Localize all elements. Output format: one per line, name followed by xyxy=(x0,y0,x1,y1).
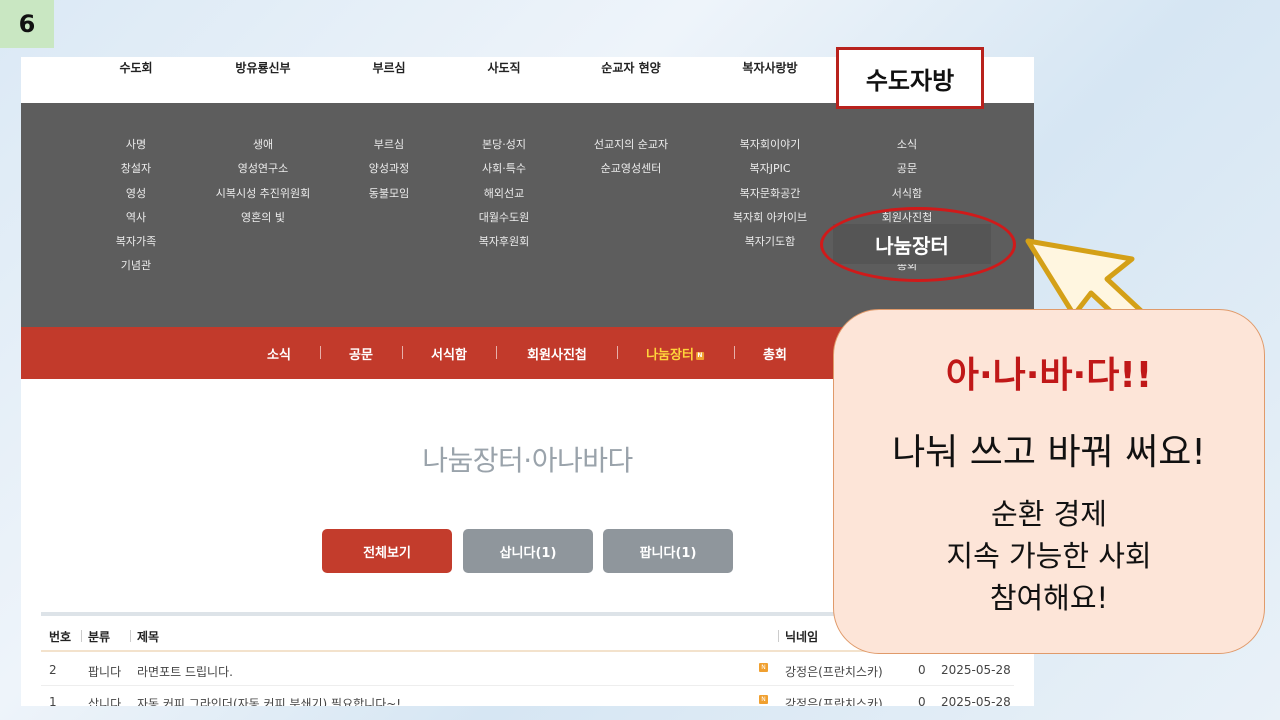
mega-menu-item[interactable]: 사회·특수 xyxy=(479,161,530,185)
mega-menu-column: 부르심 양성과정 동불모임 xyxy=(369,137,409,210)
row-views: 0 xyxy=(918,663,926,677)
mega-menu-item[interactable]: 복자JPIC xyxy=(733,161,807,185)
top-nav-item[interactable]: 복자사랑방 xyxy=(742,59,797,76)
divider xyxy=(617,346,618,359)
mega-menu-item[interactable]: 복자회이야기 xyxy=(733,137,807,161)
row-nickname: 강정은(프란치스카) xyxy=(785,697,883,706)
top-nav-item[interactable]: 방유룡신부 xyxy=(235,59,290,76)
mega-menu-item[interactable]: 역사 xyxy=(116,210,156,234)
mega-menu-item[interactable]: 복자후원회 xyxy=(479,234,530,258)
sell-filter-button[interactable]: 팝니다(1) xyxy=(603,529,733,573)
row-title-link[interactable]: 라면포트 드립니다. xyxy=(137,663,233,680)
mega-menu-column: 생애 영성연구소 시복시성 추진위원회 영혼의 빛 xyxy=(216,137,311,234)
row-category: 팝니다 xyxy=(88,665,122,679)
column-header-category: 분류 xyxy=(88,630,111,644)
mega-menu-item[interactable]: 해외선교 xyxy=(479,186,530,210)
mega-menu-item[interactable]: 본당·성지 xyxy=(479,137,530,161)
speech-line-1: 아·나·바·다!! xyxy=(945,355,1153,396)
sub-nav-item-active[interactable]: 나눔장터 N xyxy=(646,344,704,363)
slide-number: 6 xyxy=(0,0,54,48)
view-all-button[interactable]: 전체보기 xyxy=(322,529,452,573)
new-post-icon: N xyxy=(759,695,768,704)
mega-menu-item[interactable]: 선교지의 순교자 xyxy=(594,137,668,161)
mega-menu-item[interactable]: 소식 xyxy=(882,137,933,161)
highlight-ellipse xyxy=(820,207,1016,282)
divider xyxy=(320,346,321,359)
divider xyxy=(81,630,82,642)
row-number: 2 xyxy=(49,663,57,677)
mega-menu-item[interactable]: 양성과정 xyxy=(369,161,409,185)
row-views: 0 xyxy=(918,695,926,706)
mega-menu-item[interactable]: 시복시성 추진위원회 xyxy=(216,186,311,210)
mega-menu-item[interactable]: 공문 xyxy=(882,161,933,185)
speech-bubble: 아·나·바·다!! 나눠 쓰고 바꿔 써요! 순환 경제 지속 가능한 사회 참… xyxy=(833,309,1265,654)
mega-menu-column: 사명 창설자 영성 역사 복자가족 기념관 xyxy=(116,137,156,283)
mega-menu-item[interactable]: 창설자 xyxy=(116,161,156,185)
row-number: 1 xyxy=(49,695,57,706)
column-header-title: 제목 xyxy=(137,630,160,644)
mega-menu-item[interactable]: 대월수도원 xyxy=(479,210,530,234)
mega-menu-item[interactable]: 영성연구소 xyxy=(216,161,311,185)
divider xyxy=(402,346,403,359)
new-badge-icon: N xyxy=(695,351,704,360)
row-nickname: 강정은(프란치스카) xyxy=(785,665,883,679)
row-title-link[interactable]: 자동 커피 그라인더(자동 커피 분쇄기) 필요합니다~! xyxy=(137,695,401,706)
mega-menu-item[interactable]: 사명 xyxy=(116,137,156,161)
divider xyxy=(778,630,779,642)
callout-box: 수도자방 xyxy=(836,47,984,109)
mega-menu-item[interactable]: 순교영성센터 xyxy=(594,161,668,185)
buy-filter-button[interactable]: 삽니다(1) xyxy=(463,529,593,573)
top-nav-item[interactable]: 수도회 xyxy=(119,59,152,76)
mega-menu-item[interactable]: 복자가족 xyxy=(116,234,156,258)
mega-menu-column: 복자회이야기 복자JPIC 복자문화공간 복자회 아카이브 복자기도함 xyxy=(733,137,807,258)
table-row[interactable]: 1 삽니다 자동 커피 그라인더(자동 커피 분쇄기) 필요합니다~! N 강정… xyxy=(41,686,1014,706)
mega-menu-item[interactable]: 복자문화공간 xyxy=(733,186,807,210)
sub-nav-item[interactable]: 회원사진첩 xyxy=(527,344,587,363)
speech-line-4: 지속 가능한 사회 xyxy=(946,539,1152,573)
mega-menu-item[interactable]: 부르심 xyxy=(369,137,409,161)
sub-nav-item[interactable]: 소식 xyxy=(267,344,291,363)
mega-menu-item[interactable]: 동불모임 xyxy=(369,186,409,210)
divider xyxy=(734,346,735,359)
row-category: 삽니다 xyxy=(88,697,122,706)
speech-lines-bottom: 순환 경제 지속 가능한 사회 참여해요! xyxy=(834,493,1264,619)
mega-menu-item[interactable]: 생애 xyxy=(216,137,311,161)
speech-line-3: 순환 경제 xyxy=(991,497,1107,531)
top-nav-item[interactable]: 부르심 xyxy=(372,59,405,76)
column-header-nickname: 닉네임 xyxy=(785,630,819,644)
mega-menu-item[interactable]: 복자회 아카이브 xyxy=(733,210,807,234)
speech-line-5: 참여해요! xyxy=(989,581,1109,615)
top-nav-item[interactable]: 사도직 xyxy=(487,59,520,76)
table-row[interactable]: 2 팝니다 라면포트 드립니다. N 강정은(프란치스카) 0 2025-05-… xyxy=(41,654,1014,686)
sub-nav-label: 나눔장터 xyxy=(646,348,694,363)
mega-menu-item[interactable]: 복자기도함 xyxy=(733,234,807,258)
mega-menu-column: 본당·성지 사회·특수 해외선교 대월수도원 복자후원회 xyxy=(479,137,530,258)
sub-nav-item[interactable]: 공문 xyxy=(349,344,373,363)
sub-nav-item[interactable]: 서식함 xyxy=(431,344,467,363)
new-post-icon: N xyxy=(759,663,768,672)
divider xyxy=(496,346,497,359)
sub-nav-item[interactable]: 총회 xyxy=(763,344,787,363)
mega-menu-item[interactable]: 영성 xyxy=(116,186,156,210)
column-header-number: 번호 xyxy=(49,630,72,644)
divider xyxy=(130,630,131,642)
top-nav-item[interactable]: 순교자 현양 xyxy=(601,59,660,76)
mega-menu-column: 선교지의 순교자 순교영성센터 xyxy=(594,137,668,186)
row-date: 2025-05-28 xyxy=(941,663,1011,677)
mega-menu-item[interactable]: 기념관 xyxy=(116,258,156,282)
speech-line-2: 나눠 쓰고 바꿔 써요! xyxy=(892,432,1206,473)
row-date: 2025-05-28 xyxy=(941,695,1011,706)
mega-menu-item[interactable]: 영혼의 빛 xyxy=(216,210,311,234)
